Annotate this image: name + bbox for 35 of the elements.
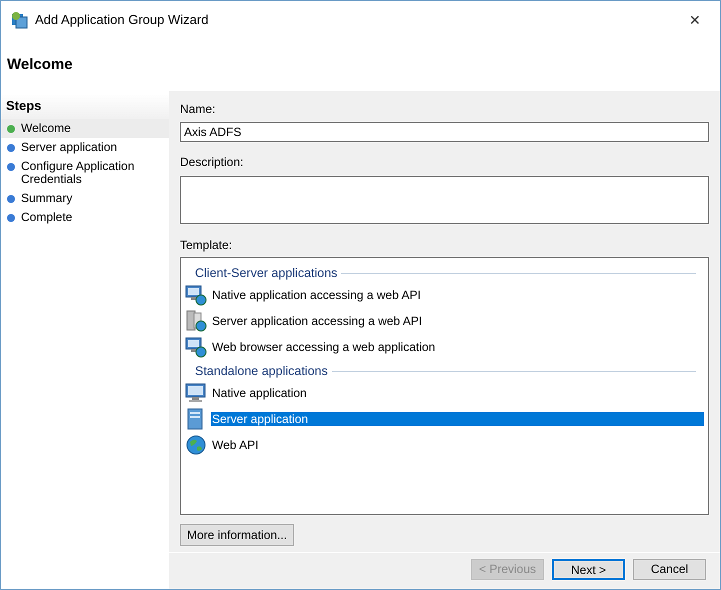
template-item[interactable]: Server application	[211, 412, 704, 426]
template-item[interactable]: Native application accessing a web API	[211, 288, 704, 302]
step-item: Configure Application Credentials	[1, 156, 169, 188]
monitor-icon	[185, 382, 207, 404]
description-label: Description:	[180, 154, 244, 171]
template-item[interactable]: Native application	[211, 386, 704, 400]
step-bullet-icon	[7, 124, 15, 132]
wizard-button[interactable]: Next >	[552, 558, 625, 580]
name-field[interactable]: Axis ADFS	[180, 122, 709, 142]
step-bullet-icon	[7, 214, 15, 222]
step-bullet-icon	[7, 162, 15, 170]
group-heading: Client-Server applications	[195, 264, 338, 282]
step-item: Summary	[1, 188, 169, 208]
step-bullet-icon	[7, 144, 15, 152]
page-title: Welcome	[7, 54, 73, 75]
server-icon	[185, 310, 207, 332]
description-field[interactable]	[180, 176, 709, 224]
template-item[interactable]: Web browser accessing a web application	[211, 340, 704, 354]
name-label: Name:	[180, 101, 216, 118]
template-item[interactable]: Server application accessing a web API	[211, 314, 704, 328]
template-item[interactable]: Web API	[211, 438, 704, 452]
more-information-button[interactable]: More information...	[180, 524, 294, 546]
step-item: Server application	[1, 138, 169, 156]
step-item: Complete	[1, 208, 169, 226]
window-title: Add Application Group Wizard	[35, 11, 208, 30]
close-button[interactable]: ✕	[680, 8, 710, 32]
globe-icon	[185, 434, 207, 456]
monitor-icon	[185, 336, 207, 358]
template-label: Template:	[180, 237, 234, 254]
wizard-button[interactable]: Cancel	[633, 558, 706, 580]
monitor-icon	[185, 284, 207, 306]
group-heading: Standalone applications	[195, 362, 328, 380]
step-item: Welcome	[1, 118, 169, 138]
app-icon	[11, 11, 29, 29]
step-bullet-icon	[7, 194, 15, 202]
